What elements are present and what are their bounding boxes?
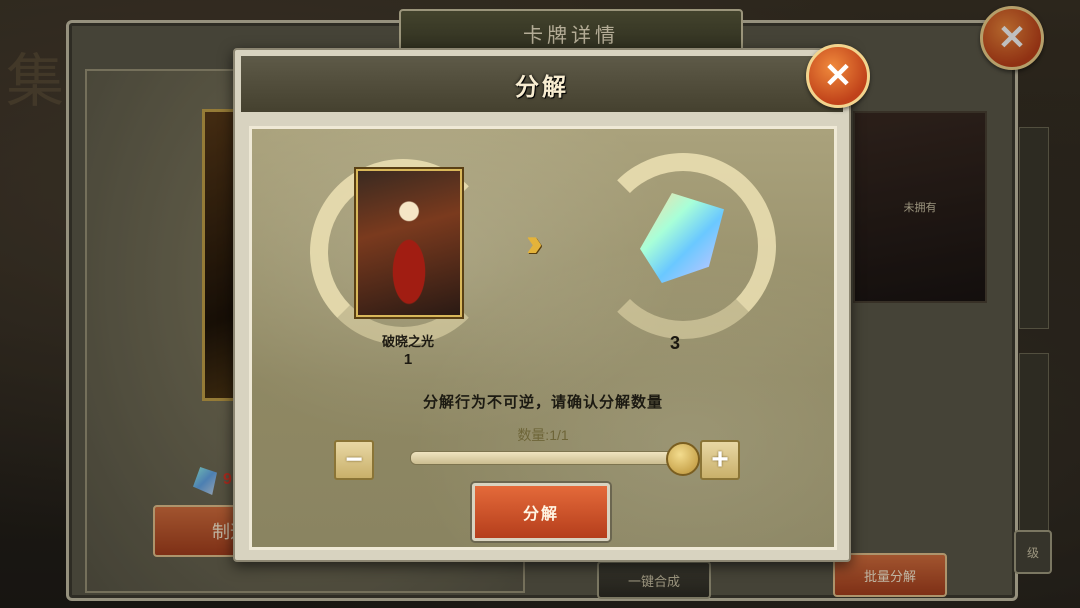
decrease-button[interactable]: − xyxy=(334,440,374,480)
dialog-title: 分解 xyxy=(515,73,569,101)
dialog-body: 破晓之光 1 ›› 3 分解行为不可逆，请确认分解数量 数量:1/1 − + 分… xyxy=(249,126,837,550)
decompose-dialog: 分解 破晓之光 1 ›› 3 分解行为不可逆，请确认分解数量 数量:1/1 − … xyxy=(233,48,851,562)
quantity-slider[interactable] xyxy=(410,442,700,476)
source-card-name: 破晓之光 xyxy=(381,334,434,349)
result-count: 3 xyxy=(670,333,681,353)
slider-fill xyxy=(411,452,681,464)
decompose-confirm-button[interactable]: 分解 xyxy=(472,483,610,541)
slider-knob[interactable] xyxy=(666,442,700,476)
dialog-header: 分解 xyxy=(241,56,843,112)
irreversible-warning: 分解行为不可逆，请确认分解数量 xyxy=(422,394,663,411)
source-card-count: 1 xyxy=(403,351,413,368)
close-icon[interactable]: ✕ xyxy=(806,44,870,108)
double-chevron-right-icon: ›› xyxy=(526,221,542,265)
increase-button[interactable]: + xyxy=(700,440,740,480)
source-card-image xyxy=(356,169,462,317)
